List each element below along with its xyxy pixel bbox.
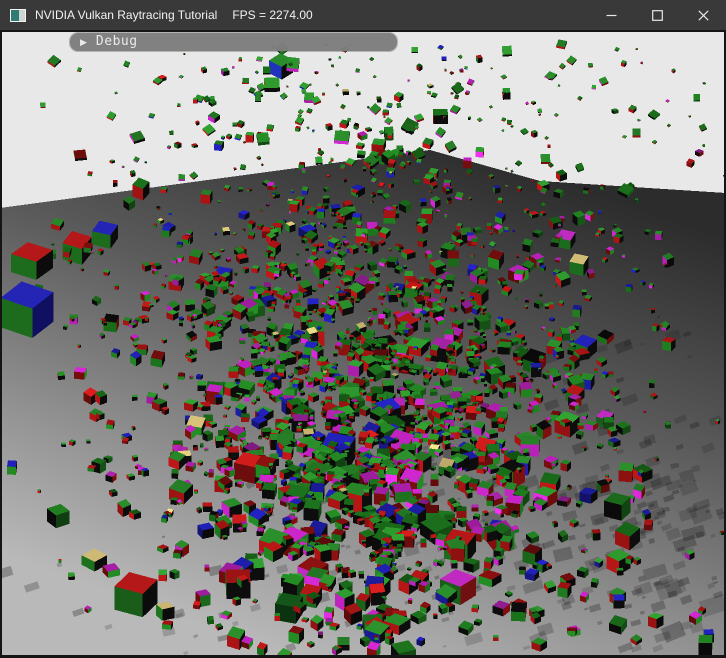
app-icon <box>10 9 26 22</box>
chevron-right-icon: ▶ <box>80 38 87 47</box>
app-icon-left <box>11 10 19 21</box>
app-window: NVIDIA Vulkan Raytracing Tutorial FPS = … <box>0 0 726 658</box>
window-controls <box>588 0 726 30</box>
debug-header-label: Debug <box>96 35 138 49</box>
maximize-icon <box>652 10 663 21</box>
app-icon-right <box>19 10 25 21</box>
close-button[interactable] <box>680 0 726 30</box>
window-title: NVIDIA Vulkan Raytracing Tutorial <box>35 8 217 22</box>
raytraced-scene <box>2 32 724 655</box>
maximize-button[interactable] <box>634 0 680 30</box>
minimize-button[interactable] <box>588 0 634 30</box>
close-icon <box>698 10 709 21</box>
render-viewport[interactable]: ▶ Debug <box>0 30 726 658</box>
title-bar[interactable]: NVIDIA Vulkan Raytracing Tutorial FPS = … <box>0 0 726 30</box>
debug-header[interactable]: ▶ Debug <box>70 33 397 51</box>
minimize-icon <box>606 10 617 21</box>
fps-counter: FPS = 2274.00 <box>232 8 312 22</box>
